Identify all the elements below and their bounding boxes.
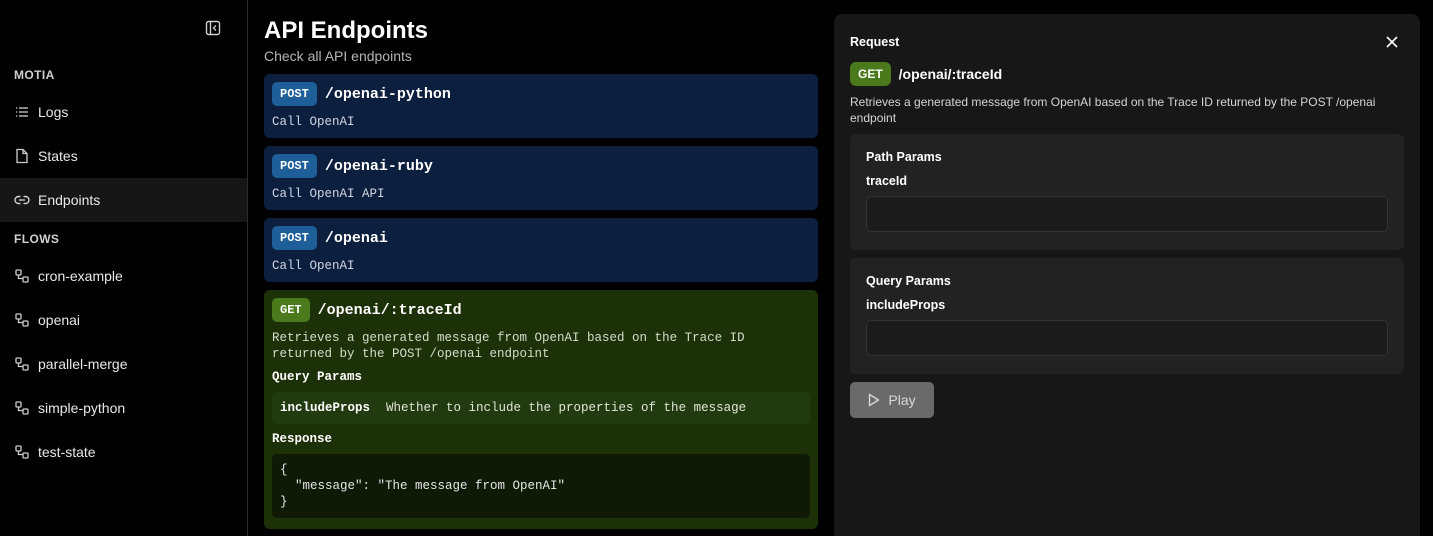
sidebar-item-label: openai	[38, 312, 81, 328]
workflow-icon	[14, 444, 30, 460]
flows-section-label: FLOWS	[14, 232, 60, 246]
file-icon	[14, 148, 30, 164]
path-params-heading: Path Params	[866, 150, 942, 164]
page-subtitle: Check all API endpoints	[264, 48, 412, 64]
include-props-input[interactable]	[866, 320, 1388, 356]
include-props-label: includeProps	[866, 298, 946, 312]
query-param-name: includeProps	[280, 401, 371, 415]
sidebar-item-label: test-state	[38, 444, 96, 460]
sidebar-item-label: States	[38, 148, 78, 164]
sidebar-item-label: Endpoints	[38, 192, 101, 208]
response-code-block: { "message": "The message from OpenAI" }	[272, 454, 810, 518]
sidebar-item-endpoints[interactable]: Endpoints	[0, 178, 247, 222]
request-panel-title: Request	[850, 35, 900, 49]
endpoint-path: /openai/:traceId	[317, 301, 462, 319]
workflow-icon	[14, 356, 30, 372]
sidebar-item-test-state[interactable]: test-state	[0, 430, 247, 474]
endpoint-description: Call OpenAI	[272, 259, 355, 273]
method-badge: GET	[272, 298, 310, 322]
workflow-icon	[14, 312, 30, 328]
endpoint-card-openai-ruby[interactable]: POST /openai-ruby Call OpenAI API	[264, 146, 818, 210]
endpoint-card-openai-traceid[interactable]: GET /openai/:traceId Retrieves a generat…	[264, 290, 818, 529]
close-icon[interactable]	[1384, 34, 1400, 50]
link-icon	[14, 192, 30, 208]
path-params-section: Path Params traceId	[850, 134, 1404, 250]
endpoint-description: Call OpenAI	[272, 115, 355, 129]
endpoint-path: /openai-ruby	[324, 157, 433, 175]
query-params-heading: Query Params	[272, 370, 363, 384]
method-badge: POST	[272, 154, 317, 178]
motia-section-label: MOTIA	[14, 68, 55, 82]
play-icon	[868, 393, 880, 407]
trace-id-input[interactable]	[866, 196, 1388, 232]
sidebar-item-cron-example[interactable]: cron-example	[0, 254, 247, 298]
endpoint-card-openai[interactable]: POST /openai Call OpenAI	[264, 218, 818, 282]
play-button[interactable]: Play	[850, 382, 934, 418]
sidebar-item-label: cron-example	[38, 268, 123, 284]
method-badge: GET	[850, 62, 891, 86]
list-icon	[14, 104, 30, 120]
response-heading: Response	[272, 432, 333, 446]
endpoint-description: Retrieves a generated message from OpenA…	[272, 331, 745, 361]
workflow-icon	[14, 400, 30, 416]
endpoint-card-openai-python[interactable]: POST /openai-python Call OpenAI	[264, 74, 818, 138]
sidebar-item-parallel-merge[interactable]: parallel-merge	[0, 342, 247, 386]
sidebar-item-label: parallel-merge	[38, 356, 128, 372]
method-badge: POST	[272, 226, 317, 250]
sidebar-item-label: Logs	[38, 104, 69, 120]
request-endpoint-path: /openai/:traceId	[898, 66, 1003, 82]
query-params-heading: Query Params	[866, 274, 951, 288]
endpoint-description: Call OpenAI API	[272, 187, 385, 201]
play-button-label: Play	[888, 392, 916, 408]
endpoint-path: /openai-python	[324, 85, 451, 103]
sidebar-item-label: simple-python	[38, 400, 126, 416]
page-title: API Endpoints	[264, 17, 428, 44]
collapse-sidebar-icon[interactable]	[204, 19, 222, 37]
sidebar: MOTIA Logs States Endpoints FLOWS cron-e…	[0, 0, 248, 536]
query-params-section: Query Params includeProps	[850, 258, 1404, 374]
sidebar-item-openai[interactable]: openai	[0, 298, 247, 342]
sidebar-item-logs[interactable]: Logs	[0, 90, 247, 134]
request-endpoint-description: Retrieves a generated message from OpenA…	[850, 95, 1376, 125]
workflow-icon	[14, 268, 30, 284]
request-endpoint-header: GET /openai/:traceId	[850, 62, 1002, 86]
sidebar-item-simple-python[interactable]: simple-python	[0, 386, 247, 430]
query-param-description: Whether to include the properties of the…	[386, 401, 747, 415]
sidebar-item-states[interactable]: States	[0, 134, 247, 178]
endpoint-path: /openai	[324, 229, 388, 247]
request-panel: Request GET /openai/:traceId Retrieves a…	[834, 14, 1420, 536]
method-badge: POST	[272, 82, 317, 106]
trace-id-label: traceId	[866, 174, 907, 188]
query-param-row: includeProps Whether to include the prop…	[272, 392, 810, 424]
